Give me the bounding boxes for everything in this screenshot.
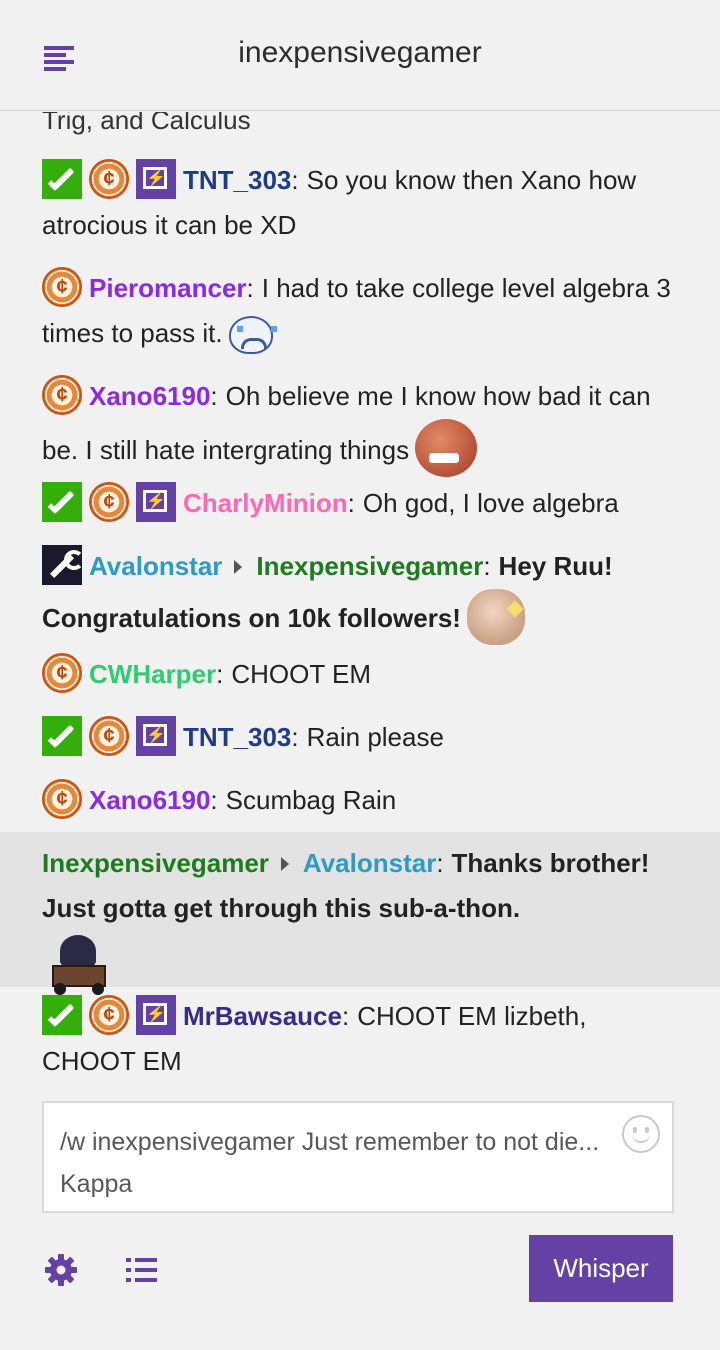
list-icon[interactable] (126, 1256, 158, 1284)
header: inexpensivegamer (0, 0, 720, 111)
chat-message: CWHarper:CHOOT EM (0, 652, 720, 697)
whisper-button[interactable]: Whisper (529, 1235, 673, 1302)
chat-colon: : (483, 551, 491, 581)
whisper-arrow-icon (234, 560, 243, 574)
bits-badge-icon (89, 716, 129, 756)
whisper-message-highlighted: Inexpensivegamer Avalonstar: Thanks brothe… (0, 832, 720, 995)
channel-title: inexpensivegamer (238, 36, 482, 69)
chat-message-text: CHOOT EM (231, 659, 372, 689)
chat-input[interactable]: /w inexpensivegamer Just remember to not… (42, 1101, 674, 1213)
chat-username[interactable]: CWHarper (89, 659, 216, 689)
chat-message-text: Oh god, I love algebra (362, 488, 619, 518)
chat-colon: : (341, 1001, 350, 1031)
turbo-badge-icon (136, 159, 176, 199)
chat-username[interactable]: Avalonstar (89, 551, 222, 581)
chat-message-partial: Trig, and Calculus (42, 112, 251, 135)
chat-input-text[interactable]: /w inexpensivegamer Just remember to not… (60, 1128, 599, 1198)
chat-username[interactable]: Pieromancer (89, 273, 247, 303)
bits-badge-icon (89, 995, 129, 1035)
chat-message: Pieromancer:I had to take college level … (0, 266, 720, 356)
chat-username[interactable]: CharlyMinion (183, 488, 348, 518)
moderator-badge-icon (42, 716, 82, 756)
chat-message-text: So you know then Xano how atrocious it c… (42, 165, 637, 240)
staff-badge-icon (42, 545, 84, 585)
chat-message-text: Rain please (306, 722, 444, 752)
whisper-recipient[interactable]: Inexpensivegamer (256, 551, 483, 581)
smiley-icon[interactable] (622, 1115, 660, 1153)
gear-icon[interactable] (44, 1253, 78, 1287)
angry-emote-icon (415, 419, 478, 477)
chat-message: Xano6190:Scumbag Rain (0, 778, 720, 823)
chat-colon: : (210, 785, 218, 815)
chat-username[interactable]: TNT_303 (183, 165, 291, 195)
chat-message: TNT_303:So you know then Xano how atroci… (0, 158, 720, 248)
bits-badge-icon (42, 653, 82, 693)
chat-username[interactable]: Xano6190 (89, 785, 210, 815)
moderator-badge-icon (42, 482, 82, 522)
whisper-message: Avalonstar Inexpensivegamer: Hey Ruu! Cong… (0, 544, 720, 645)
bits-badge-icon (89, 482, 129, 522)
chat-username[interactable]: MrBawsauce (183, 1001, 342, 1031)
whisper-arrow-icon (280, 857, 289, 871)
whisper-recipient[interactable]: Avalonstar (303, 848, 436, 878)
moderator-badge-icon (42, 995, 82, 1035)
bits-badge-icon (42, 375, 82, 415)
chat-log[interactable]: Trig, and Calculus TNT_303:So you know t… (0, 112, 720, 1088)
chat-message: Xano6190:Oh believe me I know how bad it… (0, 374, 720, 477)
bits-badge-icon (42, 267, 82, 307)
chat-message: MrBawsauce:CHOOT EM lizbeth, CHOOT EM (0, 994, 720, 1084)
hat-cart-emote-icon (48, 931, 110, 995)
chat-colon: : (291, 165, 299, 195)
chat-colon: : (436, 848, 444, 878)
moderator-badge-icon (42, 159, 82, 199)
turbo-badge-icon (136, 716, 176, 756)
chat-username[interactable]: Inexpensivegamer (42, 848, 269, 878)
chat-message-text: Scumbag Rain (225, 785, 397, 815)
chat-colon: : (210, 381, 218, 411)
chat-message: TNT_303:Rain please (0, 715, 720, 760)
bits-badge-icon (42, 779, 82, 819)
turbo-badge-icon (136, 995, 176, 1035)
cry-emote-icon (228, 316, 277, 354)
bits-badge-icon (89, 159, 129, 199)
chat-colon: : (246, 273, 254, 303)
kappa-emote-icon (466, 589, 525, 645)
chat-username[interactable]: Xano6190 (89, 381, 210, 411)
chat-colon: : (216, 659, 224, 689)
chat-username[interactable]: TNT_303 (183, 722, 291, 752)
chat-colon: : (347, 488, 355, 518)
chat-message: CharlyMinion:Oh god, I love algebra (0, 481, 720, 526)
chat-colon: : (291, 722, 299, 752)
turbo-badge-icon (136, 482, 176, 522)
